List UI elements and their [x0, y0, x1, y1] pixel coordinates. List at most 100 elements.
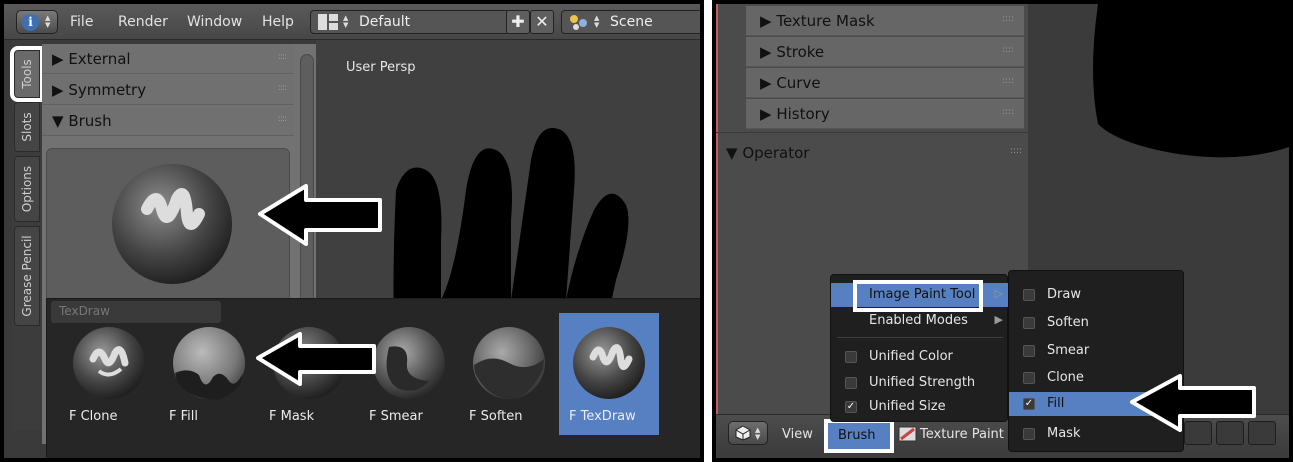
texture-paint-icon — [898, 426, 917, 442]
section-label: External — [68, 50, 131, 68]
section-label: Brush — [68, 112, 112, 130]
screen-layout-selector[interactable]: ▲ ▼ Default — [310, 10, 510, 34]
scene-selector[interactable]: ▲ ▼ Scene — [561, 10, 700, 34]
brush-name: F Clone — [69, 409, 118, 424]
left-arrow-pointer — [258, 184, 382, 246]
checkbox-icon[interactable] — [1023, 428, 1035, 440]
soften-brush-icon — [473, 327, 545, 399]
collapsed-triangle-icon: ▶ — [52, 50, 64, 68]
editor-type-button[interactable]: i ▲ ▼ — [16, 10, 58, 34]
brush-name: F Smear — [369, 409, 423, 424]
menu-file[interactable]: File — [70, 14, 93, 30]
menu-help[interactable]: Help — [262, 14, 294, 30]
info-icon: i — [22, 14, 39, 31]
drag-grip-icon[interactable]: :::: — [278, 52, 287, 62]
collapsed-triangle-icon: ▶ — [760, 12, 772, 30]
section-operator[interactable]: ▼ Operator :::: — [726, 144, 1026, 162]
texdraw-brush-icon — [112, 164, 232, 284]
menu-brush[interactable]: Brush — [824, 419, 894, 453]
mode-selector[interactable]: Texture Paint — [920, 427, 1004, 442]
checkbox-checked-icon[interactable]: ✓ — [1023, 398, 1035, 410]
updown-arrows-icon: ▲ ▼ — [594, 14, 600, 29]
add-icon: ✚ — [511, 12, 525, 31]
section-brush[interactable]: ▼ Brush :::: — [42, 106, 294, 136]
menu-window[interactable]: Window — [187, 14, 242, 30]
remove-layout-button[interactable]: ✕ — [530, 10, 554, 34]
section-curve[interactable]: ▶ Curve :::: — [746, 68, 1024, 98]
tab-grease-pencil[interactable]: Grease Pencil — [14, 226, 40, 326]
brush-item-texdraw[interactable]: F TexDraw — [559, 313, 659, 435]
cube-icon — [735, 425, 751, 441]
drag-grip-icon[interactable]: :::: — [1010, 146, 1022, 156]
section-stroke[interactable]: ▶ Stroke :::: — [746, 37, 1024, 67]
menu-item-unified-size[interactable]: ✓ Unified Size — [831, 395, 1009, 419]
tab-tools[interactable]: Tools — [10, 46, 44, 102]
section-label: Curve — [776, 74, 821, 92]
screen-layout-icon — [318, 14, 338, 30]
menu-render[interactable]: Render — [118, 14, 168, 30]
menu-item-unified-color[interactable]: Unified Color — [831, 345, 1009, 369]
brush-name: F Mask — [269, 409, 315, 424]
menu-item-image-paint-tool[interactable]: Image Paint Tool ▷ — [831, 280, 1009, 312]
checkbox-icon[interactable] — [1023, 317, 1035, 329]
tool-item-smear[interactable]: Smear — [1009, 339, 1185, 363]
updown-arrows-icon: ▲ ▼ — [343, 14, 349, 29]
divider — [837, 337, 1003, 338]
tab-slots[interactable]: Slots — [14, 102, 40, 152]
expanded-triangle-icon: ▼ — [52, 112, 64, 130]
texdraw-brush-icon — [573, 327, 645, 399]
section-external[interactable]: ▶ External :::: — [42, 44, 294, 74]
menu-item-enabled-modes[interactable]: Enabled Modes ▶ — [831, 309, 1009, 333]
collapsed-triangle-icon: ▶ — [760, 74, 772, 92]
updown-arrows-icon: ▲ ▼ — [45, 14, 51, 29]
add-layout-button[interactable]: ✚ — [506, 10, 530, 34]
info-header: i ▲ ▼ File Render Window Help ▲ ▼ Default … — [4, 4, 700, 40]
tab-options[interactable]: Options — [14, 156, 40, 222]
clone-brush-icon — [73, 327, 145, 399]
menu-view[interactable]: View — [782, 427, 813, 442]
updown-arrows-icon: ▲ ▼ — [755, 426, 761, 441]
section-texture-mask[interactable]: ▶ Texture Mask :::: — [746, 6, 1024, 36]
menu-item-unified-strength[interactable]: Unified Strength — [831, 371, 1009, 395]
scene-value: Scene — [610, 14, 653, 30]
drag-grip-icon[interactable]: :::: — [1002, 107, 1014, 117]
collapsed-triangle-icon: ▶ — [760, 43, 772, 61]
drag-grip-icon[interactable]: :::: — [1002, 45, 1014, 55]
checkbox-checked-icon[interactable]: ✓ — [845, 401, 857, 413]
submenu-arrow-icon: ▷ — [994, 287, 1003, 300]
checkbox-icon[interactable] — [1023, 345, 1035, 357]
section-label: Texture Mask — [776, 12, 875, 30]
submenu-arrow-icon: ▶ — [994, 313, 1003, 326]
highlight-frame — [853, 280, 983, 312]
section-symmetry[interactable]: ▶ Symmetry :::: — [42, 75, 294, 105]
drag-grip-icon[interactable]: :::: — [1002, 76, 1014, 86]
checkbox-icon[interactable] — [845, 377, 857, 389]
brush-name: F Fill — [169, 409, 198, 424]
tool-item-soften[interactable]: Soften — [1009, 311, 1185, 335]
drag-grip-icon[interactable]: :::: — [1002, 14, 1014, 24]
checkbox-icon[interactable] — [845, 351, 857, 363]
brush-menu-dropdown: Image Paint Tool ▷ Enabled Modes ▶ Unifi… — [830, 274, 1009, 422]
remove-icon: ✕ — [535, 12, 549, 31]
screen-layout-value: Default — [359, 14, 411, 30]
checkbox-icon[interactable] — [1023, 289, 1035, 301]
tool-tabs: Tools Slots Options Grease Pencil — [10, 40, 44, 430]
checkbox-icon[interactable] — [1023, 372, 1035, 384]
brush-item-fill[interactable]: F Fill — [159, 313, 259, 435]
brush-name: F TexDraw — [569, 409, 636, 424]
section-history[interactable]: ▶ History :::: — [746, 99, 1024, 129]
area-edge — [716, 4, 718, 414]
drag-grip-icon[interactable]: :::: — [278, 83, 287, 93]
left-screenshot: i ▲ ▼ File Render Window Help ▲ ▼ Default … — [0, 0, 704, 462]
expanded-triangle-icon: ▼ — [726, 144, 738, 162]
editor-type-button[interactable]: ▲ ▼ — [728, 421, 768, 445]
section-label: Symmetry — [68, 81, 147, 99]
scene-icon — [570, 15, 587, 30]
section-label: Stroke — [776, 43, 825, 61]
brush-item-soften[interactable]: F Soften — [459, 313, 559, 435]
tool-item-draw[interactable]: Draw — [1009, 283, 1185, 307]
section-label: Operator — [742, 144, 810, 162]
brush-item-clone[interactable]: F Clone — [59, 313, 159, 435]
fill-brush-icon — [173, 327, 245, 400]
drag-grip-icon[interactable]: :::: — [278, 114, 287, 124]
